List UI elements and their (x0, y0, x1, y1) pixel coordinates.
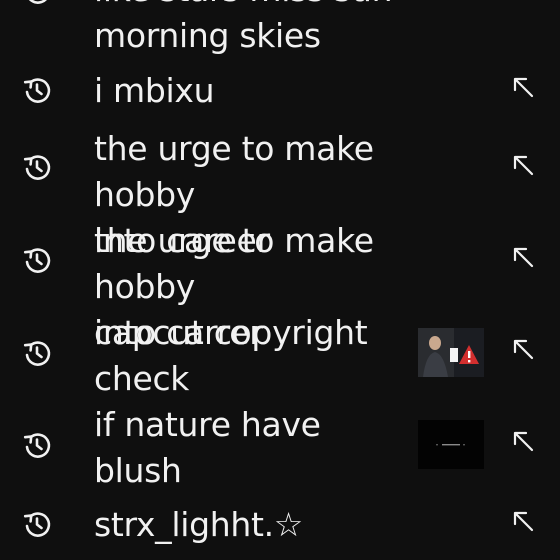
history-row[interactable]: the urge to make hobby into career (0, 126, 560, 260)
history-row[interactable]: i mbixu (0, 68, 560, 114)
history-query-text: i mbixu (94, 71, 215, 110)
history-row[interactable]: capcut copyright check (0, 310, 560, 402)
arrow-up-left-icon[interactable] (510, 508, 536, 534)
search-history-list: like stars miss sun morning skies i mbix… (0, 0, 560, 560)
history-row[interactable]: the urge to make hobby into carrer (0, 218, 560, 352)
history-icon (29, 0, 47, 4)
history-query-text: like stars miss sun morning skies (94, 0, 392, 55)
history-query-text: strx_lighht.☆ (94, 505, 304, 544)
arrow-up-left-icon[interactable] (510, 336, 536, 362)
history-icon (23, 341, 51, 366)
video-thumbnail[interactable] (418, 328, 484, 377)
history-icon (23, 248, 51, 273)
history-icon (23, 78, 51, 103)
history-icon (23, 433, 51, 458)
arrow-up-left-icon[interactable] (510, 244, 536, 270)
history-row[interactable]: if nature have blush (0, 402, 560, 494)
arrow-up-left-icon[interactable] (510, 74, 536, 100)
video-thumbnail[interactable] (418, 420, 484, 469)
history-row[interactable]: strx_lighht.☆ (0, 502, 560, 548)
history-icon (23, 155, 51, 180)
history-icon (23, 512, 51, 537)
video-thumbnail-image (418, 420, 484, 469)
arrow-up-left-icon[interactable] (510, 428, 536, 454)
video-thumbnail-image (418, 328, 484, 377)
arrow-up-left-icon[interactable] (510, 152, 536, 178)
